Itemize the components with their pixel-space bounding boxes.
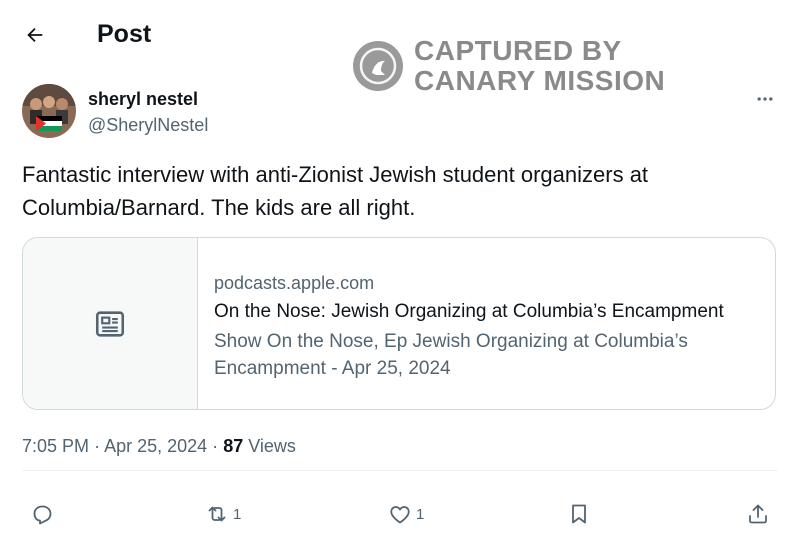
bookmark-button[interactable] bbox=[567, 500, 595, 528]
author-handle[interactable]: @SherylNestel bbox=[88, 114, 208, 136]
repost-icon bbox=[208, 506, 226, 522]
card-description: Show On the Nose, Ep Jewish Organizing a… bbox=[214, 331, 688, 379]
like-count: 1 bbox=[416, 505, 425, 523]
back-button[interactable] bbox=[22, 22, 48, 48]
link-card[interactable]: podcasts.apple.com On the Nose: Jewish O… bbox=[22, 237, 776, 410]
repost-count: 1 bbox=[233, 505, 242, 523]
article-icon bbox=[95, 310, 125, 337]
bookmark-icon bbox=[572, 504, 586, 524]
page-title: Post bbox=[97, 20, 152, 48]
author-name[interactable]: sheryl nestel bbox=[88, 88, 198, 110]
post-date[interactable]: Apr 25, 2024 bbox=[104, 436, 207, 456]
post-text: Fantastic interview with anti-Zionist Je… bbox=[22, 162, 649, 220]
arrow-left-icon bbox=[27, 27, 43, 43]
share-icon bbox=[749, 504, 767, 524]
meta-separator: · bbox=[212, 436, 219, 456]
like-button[interactable]: 1 bbox=[388, 500, 424, 528]
watermark: CAPTURED BY CANARY MISSION bbox=[352, 36, 665, 96]
card-domain: podcasts.apple.com bbox=[214, 273, 375, 293]
avatar[interactable] bbox=[22, 84, 76, 138]
reply-icon bbox=[33, 505, 52, 525]
post-time[interactable]: 7:05 PM bbox=[22, 436, 89, 456]
card-thumbnail bbox=[23, 238, 198, 409]
avatar-photo bbox=[22, 84, 76, 138]
reply-button[interactable] bbox=[30, 500, 58, 528]
share-button[interactable] bbox=[746, 500, 774, 528]
views-label: Views bbox=[248, 436, 296, 456]
more-options-button[interactable] bbox=[752, 86, 778, 112]
repost-button[interactable]: 1 bbox=[205, 500, 241, 528]
card-title: On the Nose: Jewish Organizing at Columb… bbox=[214, 301, 724, 322]
post-meta: 7:05 PM · Apr 25, 2024 · 87 Views bbox=[22, 434, 296, 458]
views-count: 87 bbox=[223, 436, 244, 456]
heart-icon bbox=[390, 506, 410, 524]
more-horizontal-icon bbox=[757, 97, 773, 101]
watermark-line-1: CAPTURED BY bbox=[414, 35, 622, 66]
meta-separator: · bbox=[94, 436, 101, 456]
canary-logo-icon bbox=[353, 41, 403, 91]
divider bbox=[22, 470, 778, 471]
watermark-line-2: CANARY MISSION bbox=[414, 65, 666, 96]
